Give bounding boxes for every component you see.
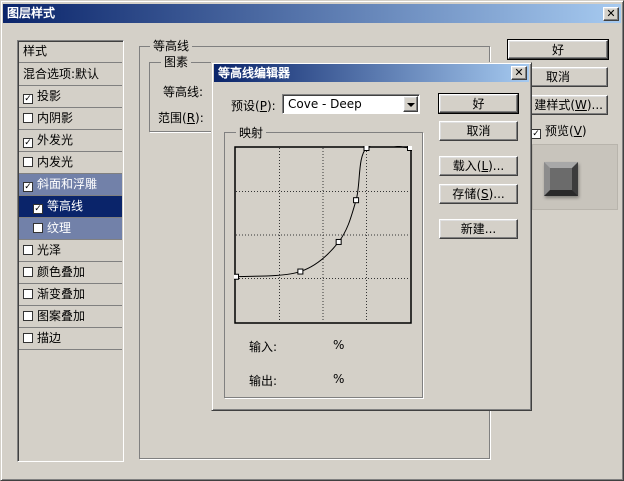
preset-select[interactable]: Cove - Deep xyxy=(282,94,420,114)
sidebar-item[interactable]: 描边 xyxy=(19,328,122,350)
sidebar-item-label: 等高线 xyxy=(47,199,84,213)
checkbox[interactable] xyxy=(23,157,33,167)
sidebar-item-label: 样式 xyxy=(23,44,48,58)
editor-close-button[interactable]: ✕ xyxy=(511,66,527,80)
editor-titlebar[interactable]: 等高线编辑器 xyxy=(214,64,529,82)
chevron-down-icon[interactable] xyxy=(403,96,418,112)
curve-control-point[interactable] xyxy=(363,146,370,151)
sidebar-item[interactable]: 光泽 xyxy=(19,240,122,262)
main-window-title: 图层样式 xyxy=(7,6,56,20)
style-preview-swatch xyxy=(532,144,618,210)
sidebar-item[interactable]: 图案叠加 xyxy=(19,306,122,328)
sidebar-item[interactable]: ✓ 外发光 xyxy=(19,130,122,152)
checkbox[interactable] xyxy=(23,245,33,255)
sidebar-item[interactable]: ✓ 等高线 xyxy=(19,196,122,218)
sidebar-item[interactable]: 渐变叠加 xyxy=(19,284,122,306)
contour-curve-graph[interactable] xyxy=(234,146,412,324)
preset-value: Cove - Deep xyxy=(288,97,362,111)
checkbox[interactable] xyxy=(23,267,33,277)
sidebar-item-label: 图案叠加 xyxy=(37,309,86,323)
contour-group-title: 等高线 xyxy=(150,39,193,53)
sidebar-item[interactable]: 纹理 xyxy=(19,218,122,240)
sidebar-item-label: 斜面和浮雕 xyxy=(37,177,98,191)
checkbox[interactable] xyxy=(33,223,43,233)
sidebar-item-label: 混合选项:默认 xyxy=(23,67,100,81)
curve-control-point[interactable] xyxy=(407,146,413,151)
curve-control-point[interactable] xyxy=(335,238,342,245)
editor-title: 等高线编辑器 xyxy=(218,66,291,80)
sidebar-item-label: 渐变叠加 xyxy=(37,287,86,301)
editor-ok-button[interactable]: 好 xyxy=(438,93,519,114)
close-icon: ✕ xyxy=(606,7,616,20)
checkbox[interactable]: ✓ xyxy=(33,204,43,214)
input-unit: % xyxy=(333,338,345,352)
close-icon: ✕ xyxy=(514,66,524,79)
checkbox[interactable] xyxy=(23,333,33,343)
checkbox[interactable]: ✓ xyxy=(23,94,33,104)
sidebar-item-label: 外发光 xyxy=(37,133,74,147)
sidebar-item[interactable]: ✓ 投影 xyxy=(19,86,122,108)
sidebar-item-label: 内发光 xyxy=(37,155,74,169)
contour-label: 等高线: xyxy=(163,85,204,99)
range-label: 范围(R): xyxy=(158,111,204,125)
sidebar-item[interactable]: 混合选项:默认 xyxy=(19,64,122,86)
input-label: 输入: xyxy=(249,340,278,354)
sidebar-item-label: 内阴影 xyxy=(37,111,74,125)
sidebar-item-label: 光泽 xyxy=(37,243,62,257)
checkbox[interactable]: ✓ xyxy=(23,138,33,148)
sidebar-item-label: 投影 xyxy=(37,89,62,103)
sidebar-item-label: 描边 xyxy=(37,331,62,345)
output-label: 输出: xyxy=(249,374,278,388)
output-unit: % xyxy=(333,372,345,386)
save-button[interactable]: 存储(S)... xyxy=(439,184,518,204)
sidebar-item[interactable]: ✓ 斜面和浮雕 xyxy=(19,174,122,196)
preview-checkbox[interactable]: ✓ 预览(V) xyxy=(531,122,587,139)
bevel-preview-icon xyxy=(544,162,578,196)
check-icon: ✓ xyxy=(531,129,541,139)
checkbox[interactable] xyxy=(23,289,33,299)
main-titlebar[interactable]: 图层样式 xyxy=(3,4,621,23)
curve-control-point[interactable] xyxy=(234,273,239,280)
load-button[interactable]: 载入(L)... xyxy=(439,156,518,176)
mapping-group-title: 映射 xyxy=(236,126,267,140)
sidebar-item[interactable]: 内阴影 xyxy=(19,108,122,130)
preset-label: 预设(P): xyxy=(231,99,276,113)
main-close-button[interactable]: ✕ xyxy=(603,7,619,21)
checkbox[interactable] xyxy=(23,113,33,123)
sidebar-item-label: 颜色叠加 xyxy=(37,265,86,279)
sidebar-item[interactable]: 颜色叠加 xyxy=(19,262,122,284)
sidebar-item[interactable]: 内发光 xyxy=(19,152,122,174)
new-button[interactable]: 新建... xyxy=(439,219,518,239)
checkbox[interactable]: ✓ xyxy=(23,182,33,192)
curve-control-point[interactable] xyxy=(353,197,360,204)
curve-control-point[interactable] xyxy=(297,268,304,275)
editor-cancel-button[interactable]: 取消 xyxy=(439,121,518,141)
sidebar-item-label: 纹理 xyxy=(47,221,72,235)
checkbox[interactable] xyxy=(23,311,33,321)
sidebar-item[interactable]: 样式 xyxy=(19,41,122,63)
elements-group-title: 图素 xyxy=(161,55,192,69)
main-ok-button[interactable]: 好 xyxy=(507,39,609,60)
